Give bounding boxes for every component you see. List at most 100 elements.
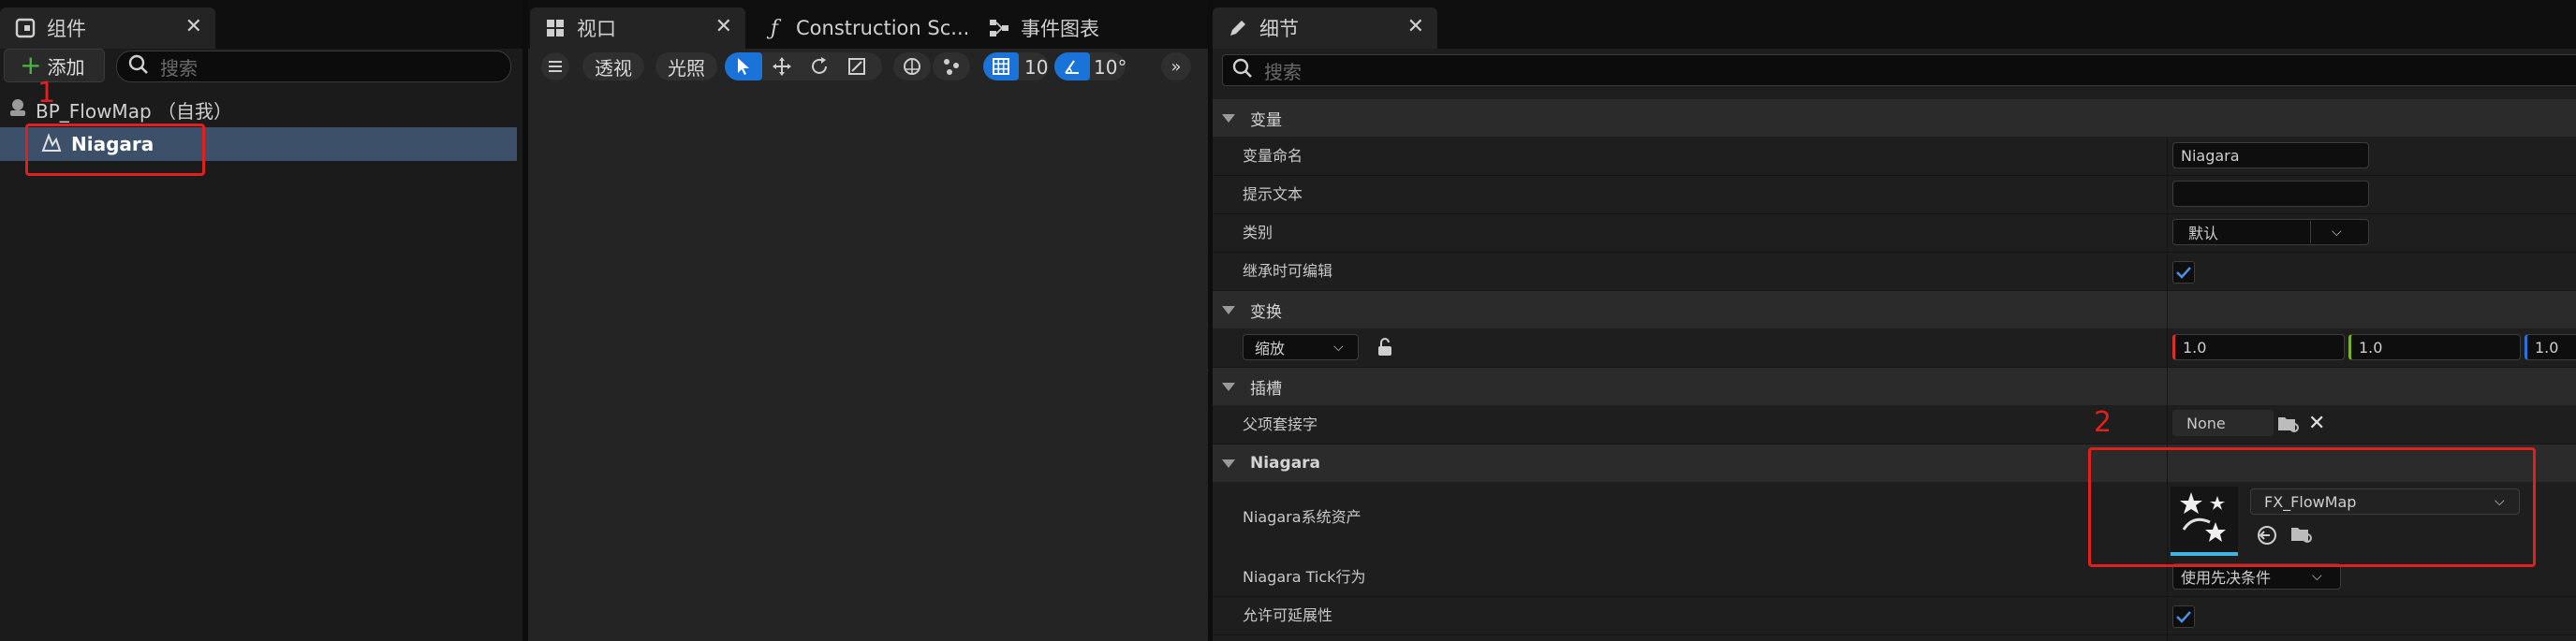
scale-z-field[interactable]: 1.0 [2524, 334, 2576, 360]
allow-scalability-checkbox[interactable] [2172, 605, 2195, 628]
section-transform[interactable]: 变换 [1213, 291, 2576, 328]
event-graph-icon [987, 16, 1011, 40]
tree-item-bp-flowmap[interactable]: BP_FlowMap （自我） [0, 95, 517, 124]
search-icon [1232, 58, 1253, 83]
grid-icon [993, 58, 1009, 75]
rotate-tool-button[interactable] [802, 52, 837, 80]
rotate-icon [812, 57, 827, 74]
variable-name-field[interactable]: Niagara [2172, 142, 2369, 168]
tab-construction-script[interactable]: ƒ Construction Sc... [749, 7, 974, 49]
components-icon [13, 16, 37, 40]
chevron-down-icon [1222, 305, 1235, 314]
section-title: 插槽 [1250, 379, 1282, 399]
prop-allow-scalability: 允许可延展性 [1213, 597, 2576, 635]
tab-components-label: 组件 [47, 18, 86, 40]
double-chevron-right-icon: » [1170, 56, 1182, 77]
section-title: 变量 [1250, 110, 1282, 130]
viewport-icon [543, 16, 567, 40]
section-sockets[interactable]: 插槽 [1213, 368, 2576, 405]
translate-tool-button[interactable] [764, 52, 800, 80]
scale-icon [848, 58, 865, 75]
add-button-label: 添加 [47, 55, 85, 79]
tab-event-graph[interactable]: 事件图表 [974, 7, 1161, 49]
checkmark-icon [2176, 267, 2191, 279]
scale-z-value: 1.0 [2535, 338, 2559, 357]
grid-snap-toggle[interactable] [983, 52, 1019, 80]
surface-snap-icon [944, 59, 959, 75]
close-icon[interactable]: ✕ [185, 15, 202, 38]
tab-construction-label: Construction Sc... [796, 17, 970, 39]
section-variables[interactable]: 变量 [1213, 99, 2576, 137]
category-value: 默认 [2173, 221, 2311, 243]
tab-details[interactable]: 细节 ✕ [1213, 7, 1437, 49]
prop-label: Niagara系统资产 [1243, 508, 1362, 526]
tree-item-label: BP_FlowMap （自我） [36, 99, 232, 123]
chevron-down-icon: ⌵ [1333, 340, 1344, 355]
parent-socket-field[interactable]: None [2172, 410, 2274, 436]
category-dropdown[interactable]: 默认 ⌵ [2172, 219, 2369, 245]
local-space-button[interactable] [893, 52, 931, 80]
search-placeholder: 搜索 [1264, 60, 1302, 83]
hamburger-icon [549, 61, 562, 72]
scale-mode-dropdown[interactable]: 缩放 ⌵ [1243, 334, 1359, 360]
prop-label: Niagara Tick行为 [1243, 568, 1366, 586]
prop-label: 父项套接字 [1243, 415, 1318, 433]
scale-tool-button[interactable] [839, 52, 875, 80]
niagara-tick-value: 使用先决条件 [2181, 569, 2272, 587]
angle-icon [1065, 60, 1079, 74]
annotation-label-1: 1 [37, 77, 56, 109]
lock-icon[interactable] [1376, 337, 1394, 361]
actor-icon [7, 97, 28, 123]
prop-tooltip: 提示文本 [1213, 176, 2576, 214]
viewport-area[interactable]: 透视 光照 10 10° » [528, 49, 1208, 641]
perspective-label: 透视 [595, 56, 632, 80]
section-title: 变换 [1250, 302, 1282, 322]
browse-folder-icon[interactable] [2276, 414, 2301, 438]
tooltip-field[interactable] [2172, 181, 2369, 207]
select-tool-button[interactable] [725, 52, 762, 80]
annotation-box-2 [2088, 447, 2536, 567]
prop-label: 变量命名 [1243, 147, 1303, 165]
surface-snap-button[interactable] [933, 52, 970, 80]
grid-snap-value[interactable]: 10 [1024, 56, 1048, 79]
scale-x-field[interactable]: 1.0 [2172, 334, 2345, 360]
function-icon: ƒ [770, 16, 779, 40]
chevron-down-icon [1222, 113, 1235, 123]
viewport-menu-button[interactable] [541, 52, 569, 80]
perspective-button[interactable]: 透视 [582, 52, 644, 80]
rotation-snap-toggle[interactable] [1054, 52, 1090, 80]
scale-y-field[interactable]: 1.0 [2348, 334, 2521, 360]
prop-label: 继承时可编辑 [1243, 262, 1333, 280]
more-options-button[interactable]: » [1161, 52, 1191, 80]
prop-label: 允许可延展性 [1243, 606, 1333, 624]
details-search-input[interactable]: 搜索 [1222, 54, 2576, 86]
niagara-tick-dropdown[interactable]: 使用先决条件 ⌵ [2172, 563, 2341, 590]
tab-viewport[interactable]: 视口 ✕ [530, 7, 745, 49]
parent-socket-value: None [2186, 414, 2226, 432]
tab-components[interactable]: 组件 ✕ [0, 7, 215, 49]
prop-label: 提示文本 [1243, 185, 1303, 203]
editable-checkbox[interactable] [2172, 261, 2195, 284]
close-icon[interactable]: ✕ [1407, 15, 1424, 38]
components-search-input[interactable]: 搜索 [116, 51, 511, 82]
chevron-down-icon [1222, 459, 1235, 468]
clear-icon[interactable]: ✕ [2308, 412, 2325, 435]
annotation-box-1 [25, 124, 205, 176]
checkmark-icon [2176, 611, 2191, 623]
close-icon[interactable]: ✕ [715, 15, 732, 38]
prop-variable-name: 变量命名 Niagara [1213, 138, 2576, 176]
prop-editable-when-inherited: 继承时可编辑 [1213, 253, 2576, 291]
tab-event-graph-label: 事件图表 [1021, 18, 1099, 40]
tab-viewport-label: 视口 [577, 18, 616, 40]
rotation-snap-value[interactable]: 10° [1094, 56, 1126, 79]
chevron-down-icon [1222, 382, 1235, 391]
lighting-button[interactable]: 光照 [655, 52, 717, 80]
chevron-down-icon: ⌵ [2332, 225, 2342, 240]
tab-details-label: 细节 [1259, 18, 1299, 40]
prop-scale: 缩放 ⌵ 1.0 1.0 1.0 [1213, 329, 2576, 368]
section-title: Niagara [1250, 454, 1321, 473]
plus-icon: + [20, 50, 42, 80]
lighting-label: 光照 [668, 56, 705, 80]
annotation-label-2: 2 [2094, 406, 2112, 439]
prop-label: 类别 [1243, 224, 1273, 241]
